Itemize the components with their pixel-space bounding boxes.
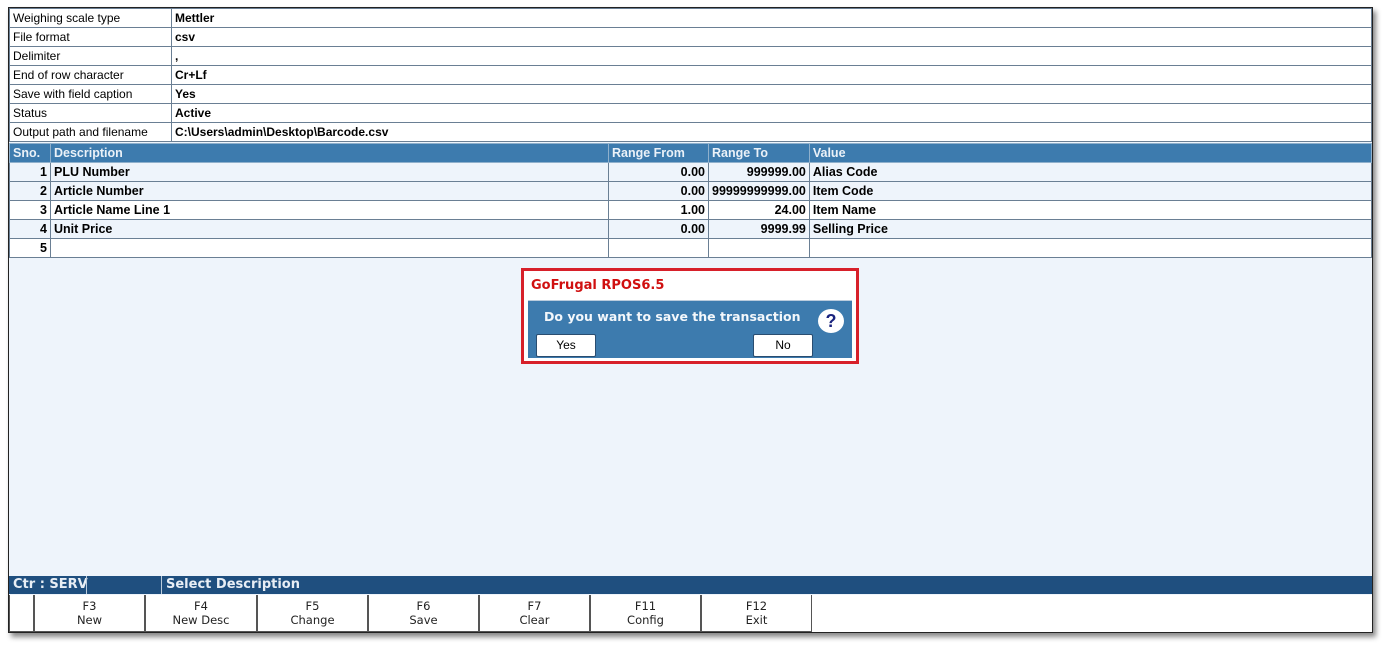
setting-label: Output path and filename (9, 122, 172, 142)
no-button[interactable]: No (753, 334, 813, 357)
fkey-exit-button[interactable]: F12 Exit (701, 595, 812, 632)
question-icon: ? (818, 309, 844, 333)
fkey-save-button[interactable]: F6 Save (368, 595, 479, 632)
cell-value[interactable]: Item Code (808, 181, 1373, 201)
setting-row: End of row character Cr+Lf (9, 65, 1372, 85)
cell-value[interactable] (808, 238, 1373, 258)
cell-value[interactable]: Alias Code (808, 162, 1373, 182)
setting-value[interactable]: Active (171, 103, 1372, 123)
status-message: Select Description (166, 577, 300, 592)
setting-value[interactable]: csv (171, 27, 1372, 47)
cell-range-from[interactable]: 0.00 (608, 181, 709, 201)
table-row[interactable]: 5 (9, 238, 1373, 258)
cell-range-from[interactable]: 0.00 (608, 219, 709, 239)
cell-sno: 1 (9, 162, 51, 182)
field-grid: Sno. Description Range From Range To Val… (9, 143, 1373, 258)
function-key-bar: F3 New F4 New Desc F5 Change F6 Save F7 Clear F11 C… (9, 595, 1372, 632)
fkey-key: F11 (634, 599, 657, 613)
fkey-key: F3 (82, 599, 97, 613)
setting-value[interactable]: , (171, 46, 1372, 66)
fkey-label: Clear (519, 613, 550, 627)
cell-range-to[interactable]: 24.00 (708, 200, 810, 220)
yes-button[interactable]: Yes (536, 334, 596, 357)
setting-label: Delimiter (9, 46, 172, 66)
cell-sno: 5 (9, 238, 51, 258)
cell-description[interactable]: PLU Number (50, 162, 609, 182)
setting-label: File format (9, 27, 172, 47)
fkey-label: Change (290, 613, 335, 627)
col-value[interactable]: Value (808, 143, 1373, 163)
col-sno[interactable]: Sno. (9, 143, 51, 163)
cell-range-from[interactable] (608, 238, 709, 258)
fkey-config-button[interactable]: F11 Config (590, 595, 701, 632)
dialog-title: GoFrugal RPOS6.5 (531, 278, 665, 293)
setting-row: Status Active (9, 103, 1372, 123)
settings-table: Weighing scale type Mettler File format csv… (9, 8, 1372, 142)
fkey-label: Exit (745, 613, 768, 627)
fkey-new-button[interactable]: F3 New (34, 595, 145, 632)
fkey-spacer (9, 595, 34, 632)
save-confirm-dialog: GoFrugal RPOS6.5 Do you want to save the… (521, 268, 859, 364)
cell-range-to[interactable]: 9999.99 (708, 219, 810, 239)
setting-label: Save with field caption (9, 84, 172, 104)
cell-description[interactable]: Article Number (50, 181, 609, 201)
cell-sno: 3 (9, 200, 51, 220)
setting-label: Status (9, 103, 172, 123)
fkey-label: New Desc (172, 613, 230, 627)
table-row[interactable]: 4 Unit Price 0.00 9999.99 Selling Price (9, 219, 1373, 239)
dialog-message: Do you want to save the transaction (544, 309, 801, 324)
fkey-label: Config (627, 613, 664, 627)
setting-value[interactable]: Mettler (171, 8, 1372, 28)
status-bar: Ctr : SERV Select Description (9, 576, 1372, 594)
setting-row: Weighing scale type Mettler (9, 8, 1372, 28)
cell-value[interactable]: Item Name (808, 200, 1373, 220)
setting-row: Output path and filename C:\Users\admin\D… (9, 122, 1372, 142)
fkey-label: Save (409, 613, 438, 627)
fkey-label: New (76, 613, 103, 627)
cell-description[interactable] (50, 238, 609, 258)
setting-label: End of row character (9, 65, 172, 85)
fkey-key: F6 (416, 599, 431, 613)
table-row[interactable]: 1 PLU Number 0.00 999999.00 Alias Code (9, 162, 1373, 182)
table-row[interactable]: 2 Article Number 0.00 99999999999.00 Ite… (9, 181, 1373, 201)
setting-row: File format csv (9, 27, 1372, 47)
setting-value[interactable]: C:\Users\admin\Desktop\Barcode.csv (171, 122, 1372, 142)
cell-range-from[interactable]: 1.00 (608, 200, 709, 220)
setting-label: Weighing scale type (9, 8, 172, 28)
setting-row: Save with field caption Yes (9, 84, 1372, 104)
setting-value[interactable]: Cr+Lf (171, 65, 1372, 85)
cell-description[interactable]: Unit Price (50, 219, 609, 239)
cell-value[interactable]: Selling Price (808, 219, 1373, 239)
counter-label: Ctr : SERV (13, 577, 88, 592)
setting-row: Delimiter, (9, 46, 1372, 66)
cell-range-to[interactable]: 99999999999.00 (708, 181, 810, 201)
col-range-to[interactable]: Range To (708, 143, 810, 163)
col-description[interactable]: Description (50, 143, 609, 163)
cell-sno: 4 (9, 219, 51, 239)
fkey-key: F5 (305, 599, 320, 613)
table-row[interactable]: 3 Article Name Line 1 1.00 24.00 Item Na… (9, 200, 1373, 220)
fkey-key: F4 (194, 599, 208, 613)
fkey-change-button[interactable]: F5 Change (257, 595, 368, 632)
cell-range-from[interactable]: 0.00 (608, 162, 709, 182)
col-range-from[interactable]: Range From (608, 143, 709, 163)
cell-range-to[interactable]: 999999.00 (708, 162, 810, 182)
setting-value[interactable]: Yes (171, 84, 1372, 104)
fkey-key: F7 (527, 599, 542, 613)
cell-description[interactable]: Article Name Line 1 (50, 200, 609, 220)
cell-range-to[interactable] (708, 238, 810, 258)
fkey-key: F12 (745, 599, 768, 613)
cell-sno: 2 (9, 181, 51, 201)
fkey-new-desc-button[interactable]: F4 New Desc (145, 595, 257, 632)
fkey-clear-button[interactable]: F7 Clear (479, 595, 590, 632)
